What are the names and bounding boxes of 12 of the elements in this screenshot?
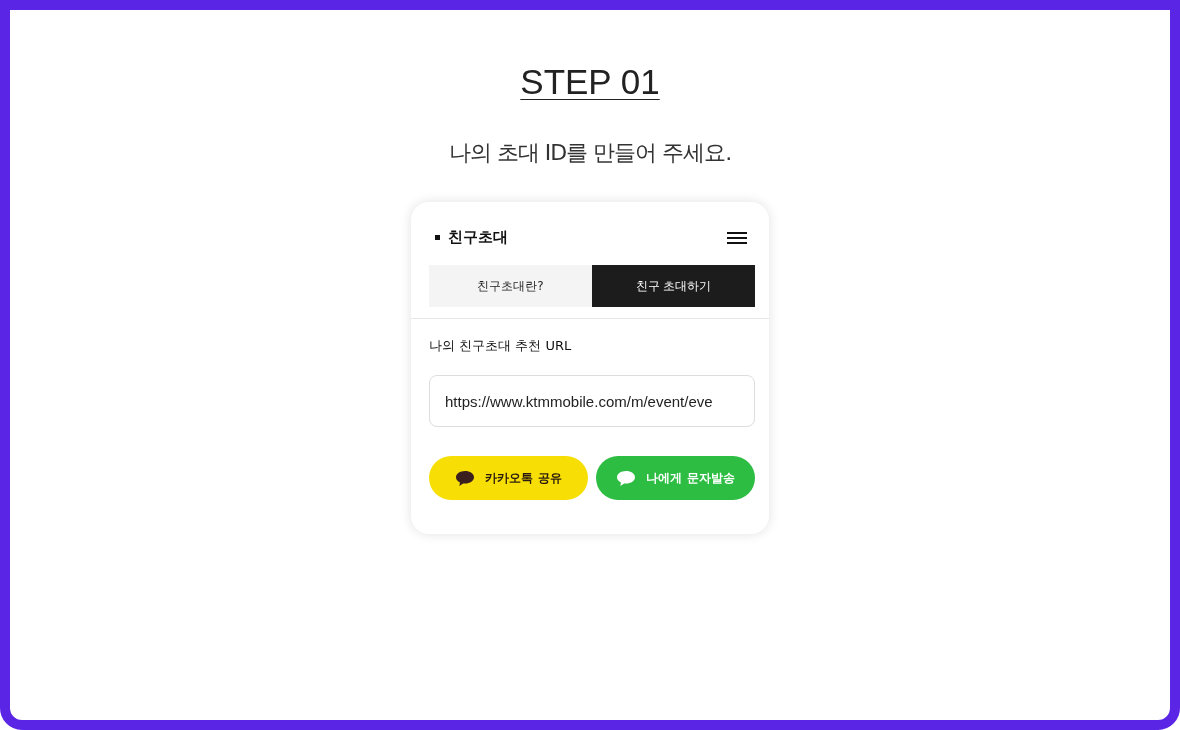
- step-instruction: 나의 초대 ID를 만들어 주세요.: [448, 139, 732, 167]
- field-label: 나의 친구초대 추천 URL: [429, 337, 573, 355]
- menu-icon[interactable]: [727, 230, 747, 245]
- speech-bubble-icon: [455, 469, 476, 487]
- url-field[interactable]: https://www.ktmmobile.com/m/event/eve: [429, 375, 755, 427]
- step-title: STEP 01: [520, 62, 660, 102]
- bullet-icon: [435, 235, 440, 240]
- speech-bubble-icon: [616, 469, 637, 487]
- tab[interactable]: 친구초대란?: [429, 265, 592, 307]
- tab[interactable]: 친구 초대하기: [592, 265, 755, 307]
- card-title: 친구초대: [448, 228, 508, 247]
- share-button[interactable]: 카카오톡 공유: [429, 456, 588, 500]
